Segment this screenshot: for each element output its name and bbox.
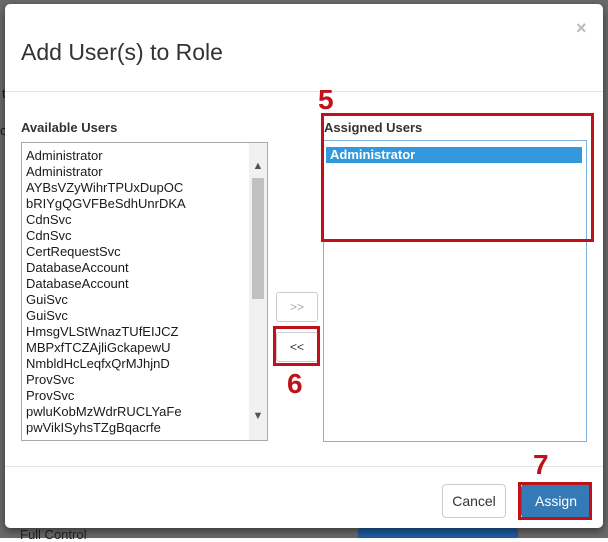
cancel-button[interactable]: Cancel [442, 484, 506, 518]
list-item[interactable]: AYBsVZyWihrTPUxDupOC [22, 180, 247, 196]
step-number-6: 6 [287, 368, 303, 399]
list-item[interactable]: MBPxfTCZAjliGckapewU [22, 340, 247, 356]
available-users-items: Administrator Administrator AYBsVZyWihrTPU… [22, 148, 247, 436]
annotation-box-remove [273, 326, 320, 366]
available-users-list[interactable]: Administrator Administrator AYBsVZyWihrTPU… [21, 142, 268, 441]
list-item[interactable]: Administrator [22, 164, 247, 180]
footer-divider [5, 466, 603, 467]
add-users-dialog: Add User(s) to Role × Available Users Ad… [5, 4, 603, 528]
list-item[interactable]: GuiSvc [22, 292, 247, 308]
list-item[interactable]: CdnSvc [22, 212, 247, 228]
list-item[interactable]: GuiSvc [22, 308, 247, 324]
annotation-box-assigned [321, 113, 594, 242]
list-item[interactable]: NmbldHcLeqfxQrMJhjnD [22, 356, 247, 372]
list-item[interactable]: CertRequestSvc [22, 244, 247, 260]
list-item[interactable]: ProvSvc [22, 388, 247, 404]
list-item[interactable]: HmsgVLStWnazTUfEIJCZ [22, 324, 247, 340]
scrollbar-thumb[interactable] [252, 178, 264, 299]
background-button [358, 528, 518, 538]
list-item[interactable]: DatabaseAccount [22, 260, 247, 276]
dialog-header: Add User(s) to Role × [5, 4, 603, 92]
list-item[interactable]: ProvSvc [22, 372, 247, 388]
close-icon[interactable]: × [576, 18, 587, 39]
chevron-up-icon[interactable]: ▲ [249, 158, 267, 175]
list-item[interactable]: DatabaseAccount [22, 276, 247, 292]
step-number-5: 5 [318, 84, 334, 115]
dialog-title: Add User(s) to Role [21, 39, 223, 65]
list-item[interactable]: pwVikISyhsTZgBqacrfe [22, 420, 247, 436]
background-text: Full Control [20, 527, 87, 542]
list-item[interactable]: pwluKobMzWdrRUCLYaFe [22, 404, 247, 420]
list-item[interactable]: CdnSvc [22, 228, 247, 244]
available-users-scrollbar[interactable]: ▲ ▼ [249, 143, 267, 440]
step-number-7: 7 [533, 449, 549, 480]
available-users-label: Available Users [21, 120, 118, 135]
add-to-assigned-button[interactable]: >> [276, 292, 318, 322]
chevron-down-icon[interactable]: ▼ [249, 408, 267, 425]
annotation-box-assign [518, 482, 592, 520]
list-item[interactable]: Administrator [22, 148, 247, 164]
list-item[interactable]: bRIYgQGVFBeSdhUnrDKA [22, 196, 247, 212]
